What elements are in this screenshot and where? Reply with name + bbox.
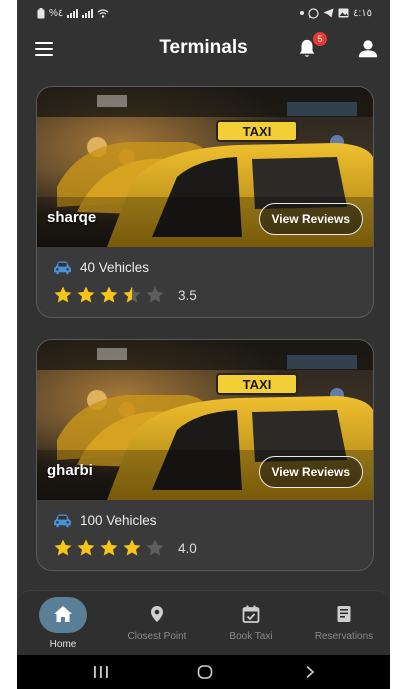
battery-icon [37,7,45,18]
nav-label: Reservations [314,631,374,642]
terminal-name: sharqe [47,209,97,226]
recent-apps-icon[interactable] [93,665,109,679]
star-empty-icon [146,286,164,303]
rating-value: 4.0 [178,540,197,556]
phone-screen: %٤ ٤:١٥ Terminals 5 TAXI sharqe View Rev… [17,0,390,689]
star-full-icon [77,286,95,303]
reservations-icon [337,606,351,622]
star-full-icon [100,539,118,556]
wifi-icon [97,8,109,18]
star-half-icon [123,286,141,303]
app-bar: Terminals 5 [17,26,390,72]
signal-icon [82,8,94,18]
terminal-card[interactable]: TAXI sharqe View Reviews 40 Vehicles 3.5 [36,86,374,318]
star-rating [53,285,168,305]
vehicle-count: 100 Vehicles [80,513,157,528]
telegram-icon [323,8,334,18]
star-full-icon [54,286,72,303]
terminal-name: gharbi [47,462,93,479]
nav-reservations[interactable]: Reservations [304,591,384,656]
taxi-sign-text: TAXI [243,377,272,392]
nav-home[interactable]: Home [23,591,103,656]
calendar-check-icon [242,605,260,623]
signal-icon [67,8,79,18]
nav-closest-point[interactable]: Closest Point [117,591,197,656]
view-reviews-button[interactable]: View Reviews [258,203,363,235]
rating-value: 3.5 [178,287,197,303]
rating-row: 3.5 [53,285,197,305]
car-icon [54,260,71,274]
nav-label: Book Taxi [229,631,273,642]
status-time: ٤:١٥ [353,7,372,19]
image-icon [338,8,349,18]
back-icon[interactable] [304,665,316,679]
whatsapp-icon [308,7,319,19]
location-pin-icon [151,606,163,622]
rating-row: 4.0 [53,538,197,558]
nav-label: Closest Point [127,631,187,642]
star-full-icon [77,539,95,556]
vehicle-count-row: 40 Vehicles [53,260,149,275]
nav-label: Home [49,639,77,650]
system-navigation-bar [17,655,390,689]
star-rating [53,538,168,558]
profile-icon[interactable] [357,38,379,60]
vehicle-count: 40 Vehicles [80,260,150,275]
status-left: %٤ [37,7,109,19]
star-full-icon [100,286,118,303]
terminal-card[interactable]: TAXI gharbi View Reviews 100 Vehicles 4.… [36,339,374,571]
home-icon [54,606,72,622]
star-full-icon [54,539,72,556]
page-title: Terminals [159,37,248,58]
star-empty-icon [146,539,164,556]
nav-book-taxi[interactable]: Book Taxi [211,591,291,656]
car-icon [54,513,71,527]
status-bar: %٤ ٤:١٥ [17,0,390,26]
battery-percent: %٤ [49,7,64,19]
notification-badge: 5 [313,32,327,46]
dot-icon [300,11,305,15]
home-button-icon[interactable] [197,665,213,679]
star-full-icon [123,539,141,556]
view-reviews-button[interactable]: View Reviews [258,456,363,488]
vehicle-count-row: 100 Vehicles [53,513,157,528]
taxi-sign-text: TAXI [243,124,272,139]
bottom-navigation: Home Closest Point Book Taxi Reservation… [17,590,390,656]
status-right: ٤:١٥ [300,8,372,19]
